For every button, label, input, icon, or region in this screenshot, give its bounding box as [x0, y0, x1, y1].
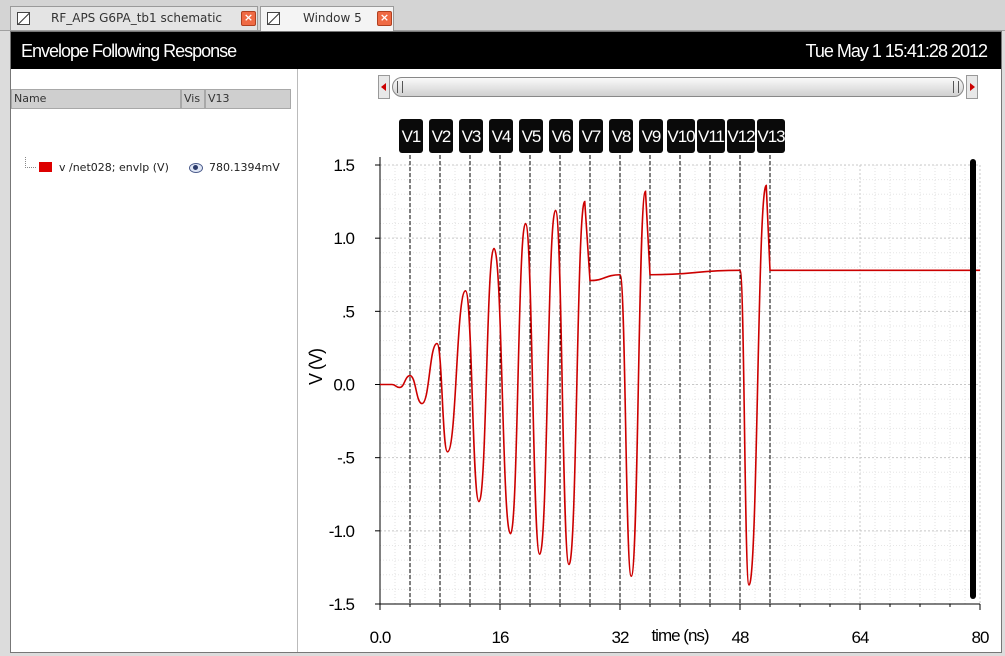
y-tick-label: -1.0 [329, 522, 355, 541]
y-axis-label: V (V) [306, 349, 326, 385]
marker-label-v4[interactable]: V4 [492, 127, 512, 146]
tab-label: Window 5 [303, 11, 362, 25]
tab-schematic[interactable]: RF_APS G6PA_tb1 schematic × [10, 6, 258, 30]
schematic-icon [17, 12, 30, 25]
signal-name: v /net028; envlp (V) [59, 161, 169, 174]
graph-title: Envelope Following Response [21, 41, 237, 61]
graph-window-icon [267, 12, 280, 25]
plot-area: V1 V2 V3 V4 V5 V6 V7 V8 V9 V10 V11 V12 V13 1.5 1.0 .5 0… [298, 69, 1001, 652]
x-tick-label: 32 [612, 628, 629, 647]
graph-window: Envelope Following Response Tue May 1 15… [10, 31, 1002, 653]
tab-bar: RF_APS G6PA_tb1 schematic × Window 5 × [0, 0, 1005, 31]
close-icon[interactable]: × [241, 11, 256, 26]
marker-label-v1[interactable]: V1 [402, 127, 422, 146]
tree-connector [25, 157, 36, 168]
x-tick-label: 16 [492, 628, 509, 647]
x-tick-label: 0.0 [370, 628, 391, 647]
marker-label-v3[interactable]: V3 [462, 127, 482, 146]
marker-label-v13[interactable]: V13 [757, 127, 786, 146]
marker-label-v2[interactable]: V2 [432, 127, 452, 146]
marker-label-v8[interactable]: V8 [612, 127, 632, 146]
waveform-chart[interactable]: V1 V2 V3 V4 V5 V6 V7 V8 V9 V10 V11 V12 V13 1.5 1.0 .5 0… [298, 69, 1001, 652]
y-tick-label: 1.5 [333, 156, 354, 175]
column-header-name[interactable]: Name [11, 89, 181, 109]
marker-label-v7[interactable]: V7 [582, 127, 602, 146]
x-axis-label: time (ns) [651, 626, 708, 645]
plot-right-edge-bar [970, 159, 976, 599]
y-tick-label: 1.0 [333, 229, 354, 248]
y-tick-label: -1.5 [329, 595, 355, 614]
signal-color-swatch [39, 162, 52, 172]
signal-panel: Name Vis V13 v /net028; envlp (V) 780.13… [11, 69, 298, 652]
x-tick-label: 64 [852, 628, 869, 647]
column-header-vis[interactable]: Vis [181, 89, 205, 109]
y-tick-label: -.5 [337, 449, 354, 468]
column-header-v13[interactable]: V13 [205, 89, 291, 109]
tab-window-5[interactable]: Window 5 × [260, 6, 394, 31]
marker-label-v12[interactable]: V12 [727, 127, 756, 146]
graph-title-bar: Envelope Following Response Tue May 1 15… [11, 32, 1001, 69]
y-tick-label: .5 [342, 302, 355, 321]
close-icon[interactable]: × [377, 11, 392, 26]
x-tick-label: 48 [732, 628, 749, 647]
y-tick-label: 0.0 [333, 376, 354, 395]
marker-label-v6[interactable]: V6 [552, 127, 572, 146]
signal-value: 780.1394mV [209, 161, 280, 174]
eye-icon[interactable] [189, 163, 203, 173]
graph-datetime: Tue May 1 15:41:28 2012 [805, 41, 988, 61]
marker-label-v10[interactable]: V10 [667, 127, 696, 146]
marker-label-v5[interactable]: V5 [522, 127, 542, 146]
marker-label-v9[interactable]: V9 [642, 127, 662, 146]
x-tick-label: 80 [972, 628, 989, 647]
tab-label: RF_APS G6PA_tb1 schematic [51, 11, 223, 25]
marker-label-v11[interactable]: V11 [698, 127, 726, 146]
